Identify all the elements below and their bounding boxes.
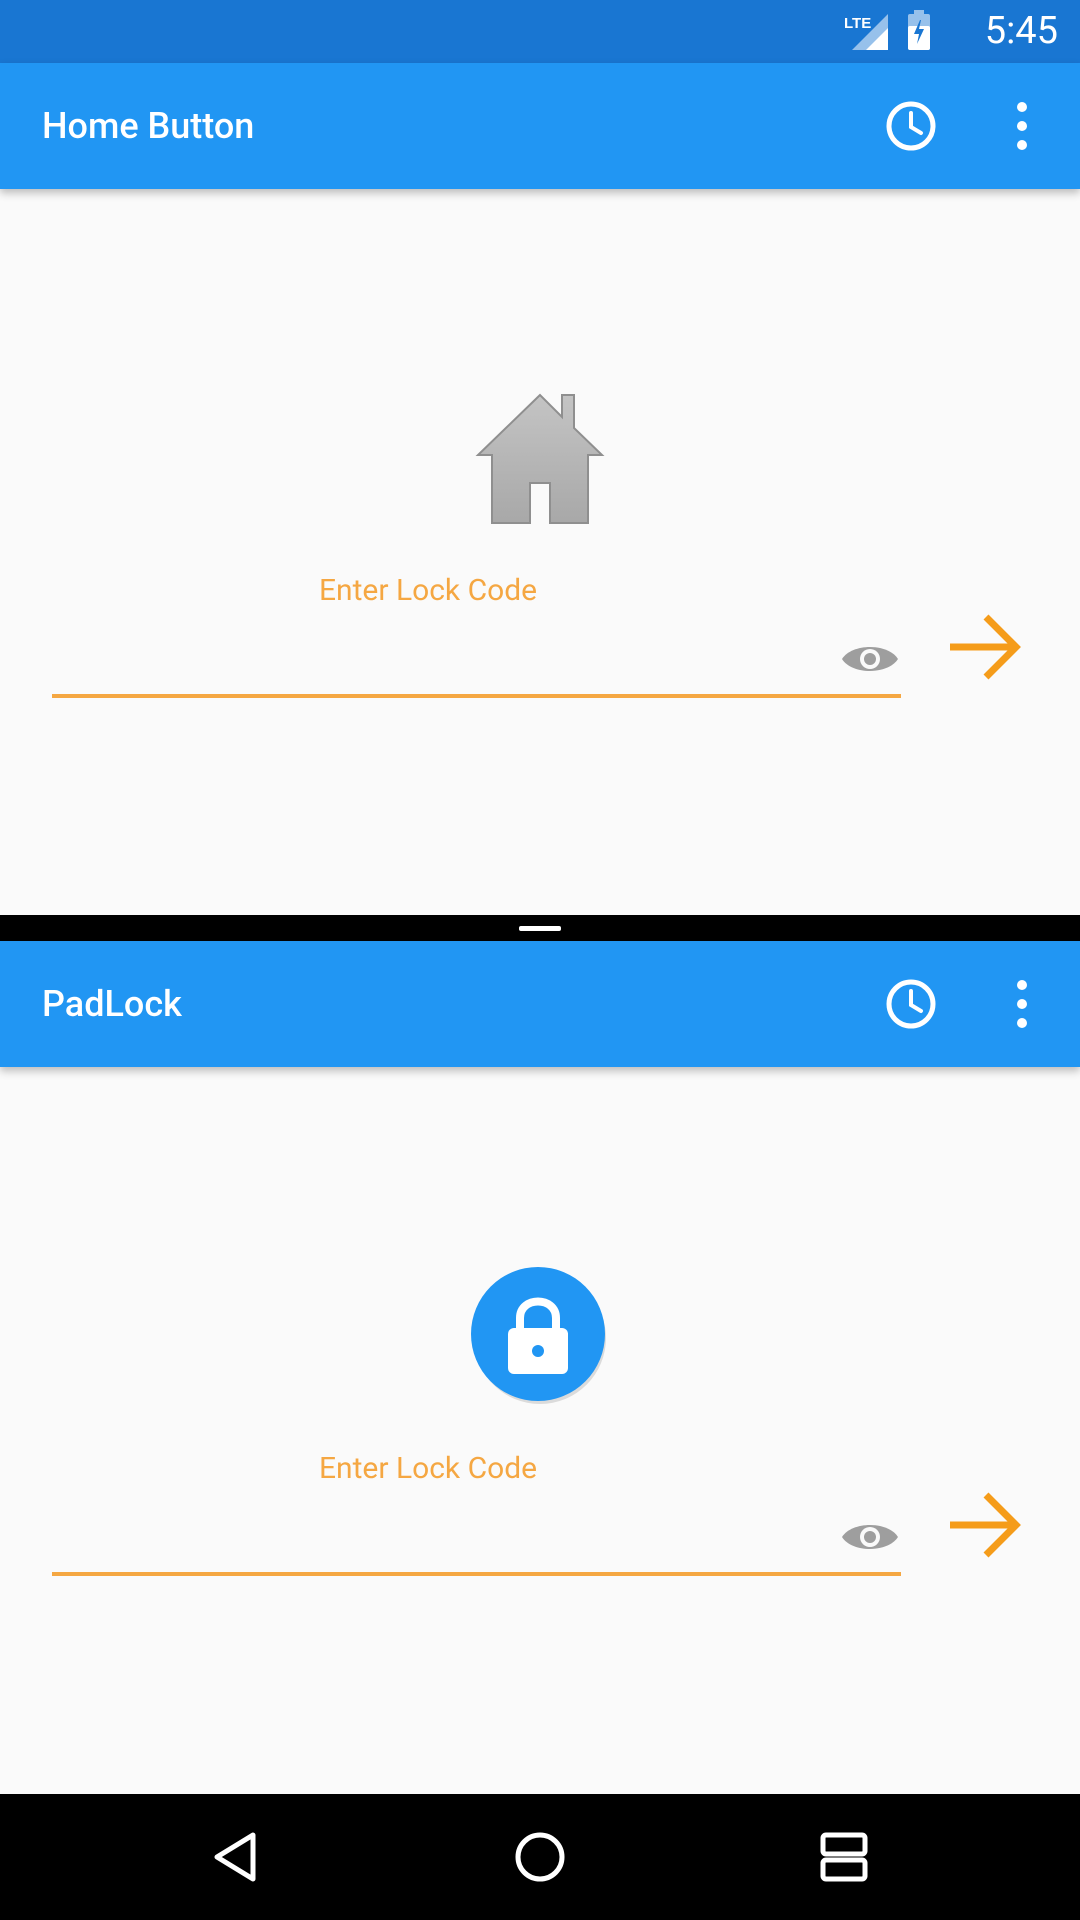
clock-icon xyxy=(886,979,936,1029)
top-app-bar: Home Button xyxy=(0,63,1080,189)
bottom-show-code-button[interactable] xyxy=(840,1517,900,1557)
status-time: 5:45 xyxy=(984,9,1058,53)
arrow-right-icon xyxy=(950,1492,1021,1558)
bottom-history-button[interactable] xyxy=(883,976,939,1032)
home-button[interactable] xyxy=(510,1827,570,1887)
more-vert-icon xyxy=(1017,102,1027,150)
top-app-title: Home Button xyxy=(42,105,255,147)
home-icon xyxy=(515,1832,565,1882)
battery-charging-icon xyxy=(908,10,930,50)
bottom-pane: Enter Lock Code xyxy=(0,1067,1080,1794)
top-lock-code-label: Enter Lock Code xyxy=(319,573,538,608)
top-lock-code-input[interactable] xyxy=(52,644,901,698)
status-bar: LTE 5:45 xyxy=(0,0,1080,63)
svg-text:LTE: LTE xyxy=(844,15,871,32)
back-button[interactable] xyxy=(207,1827,267,1887)
top-pane: Enter Lock Code xyxy=(0,189,1080,915)
bottom-lock-code-label: Enter Lock Code xyxy=(319,1451,538,1486)
padlock-icon xyxy=(471,1267,606,1404)
split-screen-divider[interactable] xyxy=(0,915,1080,941)
arrow-right-icon xyxy=(950,614,1021,680)
divider-handle[interactable] xyxy=(519,926,561,931)
bottom-submit-button[interactable] xyxy=(944,1485,1024,1565)
eye-icon xyxy=(842,647,898,671)
bottom-more-button[interactable] xyxy=(994,976,1050,1032)
status-icons: LTE xyxy=(844,10,932,50)
bottom-lock-code-input[interactable] xyxy=(52,1522,901,1576)
clock-icon xyxy=(886,101,936,151)
top-submit-button[interactable] xyxy=(944,607,1024,687)
lte-signal-icon: LTE xyxy=(844,14,888,50)
navigation-bar xyxy=(0,1794,1080,1920)
more-vert-icon xyxy=(1017,980,1027,1028)
recents-icon xyxy=(820,1832,868,1882)
back-icon xyxy=(214,1832,256,1882)
top-show-code-button[interactable] xyxy=(840,639,900,679)
top-history-button[interactable] xyxy=(883,98,939,154)
recents-button[interactable] xyxy=(814,1827,874,1887)
bottom-app-bar: PadLock xyxy=(0,941,1080,1067)
top-more-button[interactable] xyxy=(994,98,1050,154)
eye-icon xyxy=(842,1525,898,1549)
house-icon xyxy=(475,393,605,524)
bottom-app-title: PadLock xyxy=(42,983,182,1025)
